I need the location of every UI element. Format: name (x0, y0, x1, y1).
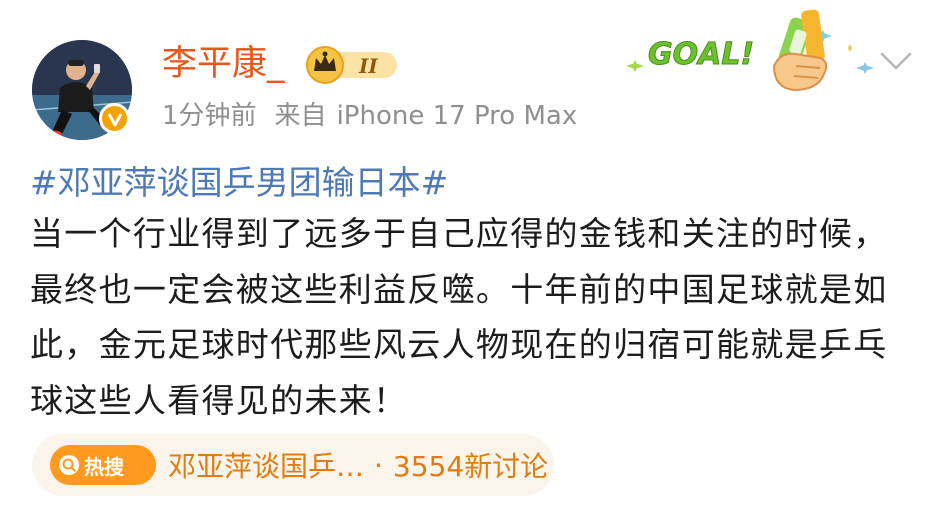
post-time: 1分钟前 (162, 101, 257, 131)
topic-hashtag-link[interactable]: #邓亚萍谈国乒男团输日本# (30, 160, 448, 206)
trending-separator: · (374, 448, 383, 482)
post-body-text: 当一个行业得到了远多于自己应得的金钱和关注的时候，最终也一定会被这些利益反噬。十… (30, 214, 888, 420)
trending-topic-pill[interactable]: 热搜 邓亚萍谈国乒… · 3554新讨论 (32, 434, 554, 496)
goal-sticker-decoration: GOAL! (626, 9, 874, 92)
hot-search-tag: 热搜 (50, 445, 156, 485)
search-icon (59, 455, 79, 475)
device-name[interactable]: iPhone 17 Pro Max (337, 101, 578, 131)
crown-rank-badge-icon[interactable]: II (303, 44, 401, 84)
username[interactable]: 李平康_ (162, 42, 285, 86)
hot-search-label: 热搜 (84, 454, 124, 479)
verified-badge-icon (99, 103, 130, 134)
chevron-down-icon[interactable] (878, 46, 914, 74)
source-label: 来自 (274, 101, 327, 131)
trending-topic-title: 邓亚萍谈国乒… (168, 450, 365, 483)
goal-text: GOAL! (648, 37, 754, 72)
trending-discussion-count: 3554新讨论 (392, 450, 549, 483)
post-meta: 1分钟前 来自 iPhone 17 Pro Max (162, 98, 577, 134)
rank-level: II (358, 54, 378, 78)
